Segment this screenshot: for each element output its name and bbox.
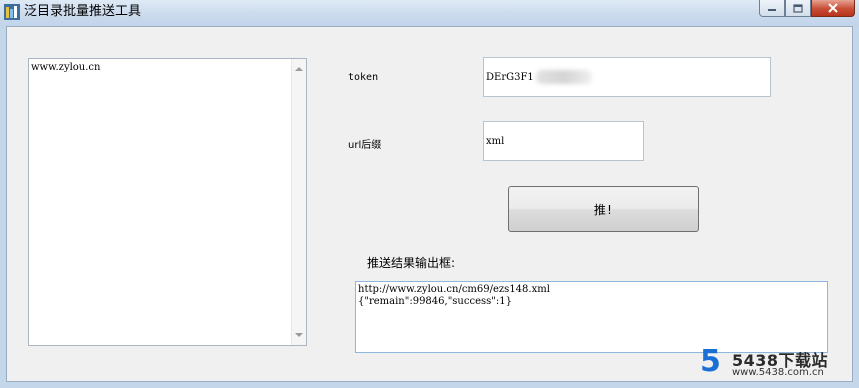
token-input[interactable]: DErG3F1 (483, 57, 771, 97)
maximize-icon (793, 3, 803, 13)
app-icon (4, 4, 20, 20)
url-suffix-label: url后缀 (348, 140, 382, 151)
watermark-url: www.5438.com.cn (732, 367, 824, 378)
push-button-label: 推! (593, 202, 614, 217)
result-line: {"remain":99846,"success":1} (358, 296, 512, 307)
scroll-up-icon[interactable] (295, 67, 303, 71)
close-button[interactable] (811, 0, 855, 17)
client-area: www.zylou.cn token DErG3F1 url后缀 xml 推! … (6, 26, 853, 382)
minimize-button[interactable] (759, 0, 785, 17)
url-suffix-input[interactable]: xml (483, 121, 644, 161)
close-icon (828, 3, 838, 13)
list-item[interactable]: www.zylou.cn (31, 62, 100, 73)
result-output[interactable]: http://www.zylou.cn/cm69/ezs148.xml {"re… (355, 281, 828, 353)
result-line: http://www.zylou.cn/cm69/ezs148.xml (358, 284, 550, 295)
push-button[interactable]: 推! (508, 186, 699, 232)
listbox-scrollbar[interactable] (291, 59, 306, 345)
result-label: 推送结果输出框: (367, 256, 456, 270)
watermark: 5 5438下载站 www.5438.com.cn (700, 346, 850, 382)
token-label: token (348, 72, 379, 83)
url-listbox[interactable]: www.zylou.cn (28, 58, 307, 346)
minimize-icon (768, 9, 776, 11)
window-title: 泛目录批量推送工具 (24, 4, 142, 19)
url-suffix-value: xml (486, 135, 505, 147)
scroll-down-icon[interactable] (295, 333, 303, 337)
app-window: 泛目录批量推送工具 www.zylou.cn token DErG3F1 url… (0, 0, 859, 388)
redacted-blur (535, 70, 592, 84)
window-controls (759, 0, 855, 18)
watermark-logo: 5 (700, 344, 721, 379)
token-value: DErG3F1 (486, 71, 534, 83)
title-bar[interactable]: 泛目录批量推送工具 (0, 0, 859, 26)
maximize-button[interactable] (785, 0, 811, 17)
